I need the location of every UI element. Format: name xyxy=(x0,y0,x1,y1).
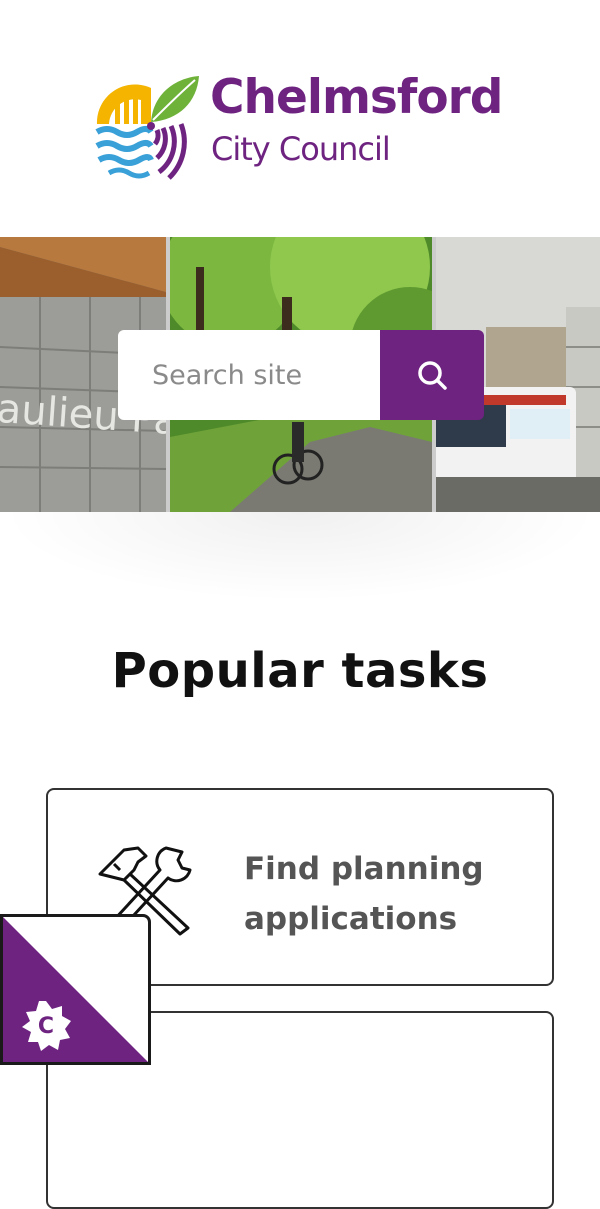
site-logo[interactable]: Chelmsford City Council xyxy=(95,70,515,184)
search-icon xyxy=(418,361,447,390)
logo-title: Chelmsford xyxy=(210,70,503,125)
task-label: Find planning applications xyxy=(244,851,484,937)
cookie-badge-letter: C xyxy=(38,1014,54,1039)
cookie-settings-icon: C xyxy=(3,917,148,1062)
popular-tasks-heading: Popular tasks xyxy=(111,643,489,699)
logo-subtitle: City Council xyxy=(211,130,391,168)
site-header: Chelmsford City Council xyxy=(0,0,600,237)
hero-shadow xyxy=(0,512,600,602)
search-input[interactable] xyxy=(118,330,380,420)
chelmsford-logo-mark-icon xyxy=(95,76,199,180)
cookie-settings-badge[interactable]: C xyxy=(0,914,151,1065)
search-button[interactable] xyxy=(380,330,484,420)
